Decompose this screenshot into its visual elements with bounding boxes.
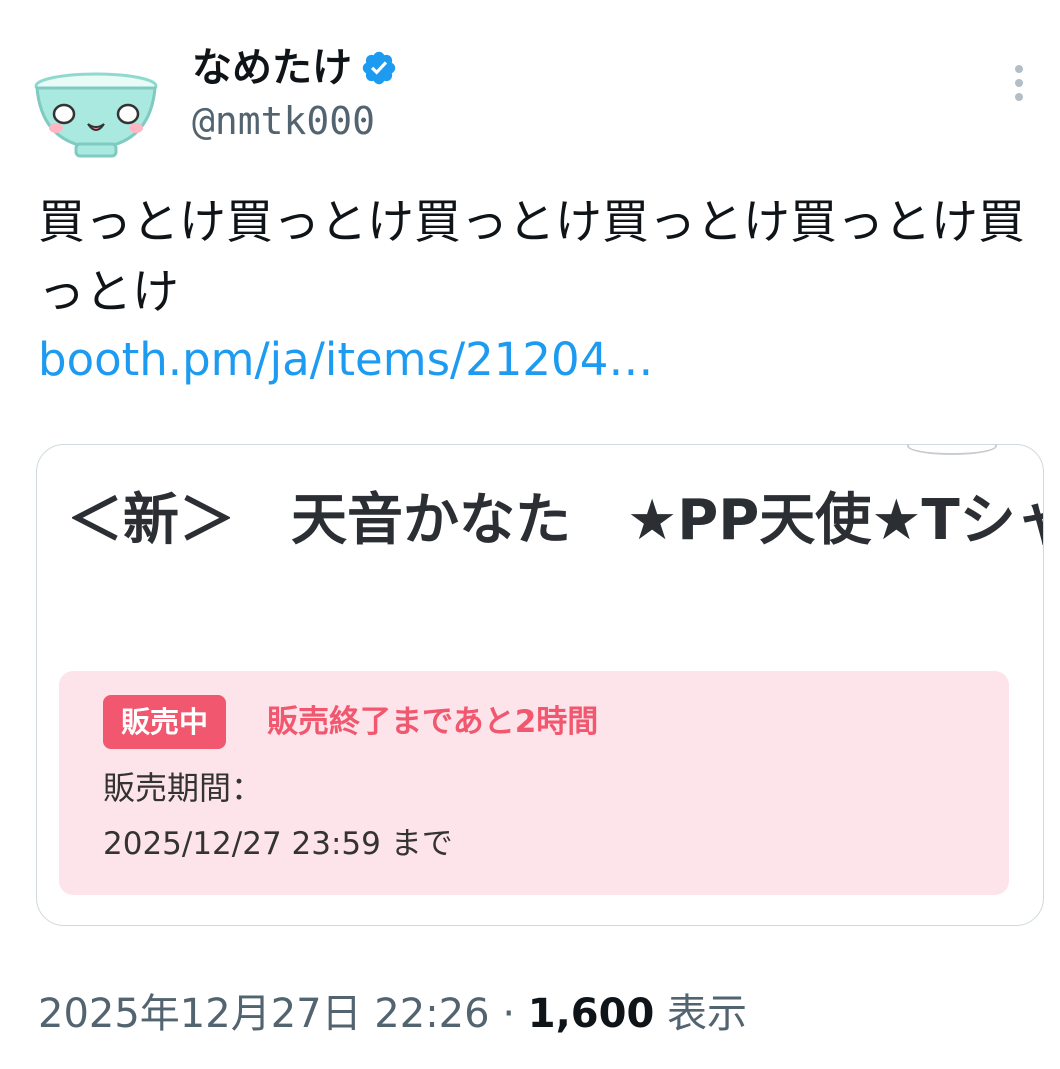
avatar[interactable] bbox=[30, 66, 162, 162]
sale-period-value: 2025/12/27 23:59 まで bbox=[103, 826, 453, 862]
sale-info-box: 販売中 販売終了まであと2時間 販売期間： 2025/12/27 23:59 ま… bbox=[59, 671, 1009, 895]
link-card[interactable]: ＜新＞ 天音かなた ★PP天使★Tシャツ（ボイス特典付き） 販売中 販売終了まで… bbox=[36, 444, 1044, 926]
on-sale-badge: 販売中 bbox=[103, 695, 227, 749]
view-count: 1,600 bbox=[527, 991, 655, 1037]
tweet-timestamp[interactable]: 2025年12月27日 22:26 bbox=[38, 991, 490, 1037]
card-title: ＜新＞ 天音かなた ★PP天使★Tシャツ（ボイス特典付き） bbox=[67, 488, 1044, 553]
more-vertical-icon bbox=[1015, 65, 1023, 101]
user-handle[interactable]: @nmtk000 bbox=[192, 98, 375, 144]
verified-badge-icon bbox=[362, 51, 396, 85]
sale-countdown: 販売終了まであと2時間 bbox=[267, 704, 599, 740]
rice-bowl-face-icon bbox=[34, 72, 158, 158]
more-options-button[interactable] bbox=[1004, 62, 1034, 106]
tweet-text: 買っとけ買っとけ買っとけ買っとけ買っとけ買っとけ bbox=[38, 195, 1025, 320]
display-name[interactable]: なめたけ bbox=[192, 44, 352, 92]
meta-separator: · bbox=[502, 991, 516, 1037]
user-name-row[interactable]: なめたけ bbox=[192, 44, 398, 92]
card-image-edge bbox=[907, 445, 997, 455]
view-label: 表示 bbox=[667, 991, 747, 1037]
tweet-meta: 2025年12月27日 22:26 · 1,600 表示 bbox=[38, 988, 747, 1040]
sale-period-label: 販売期間： bbox=[103, 769, 264, 807]
tweet-link[interactable]: booth.pm/ja/items/21204… bbox=[38, 330, 653, 390]
